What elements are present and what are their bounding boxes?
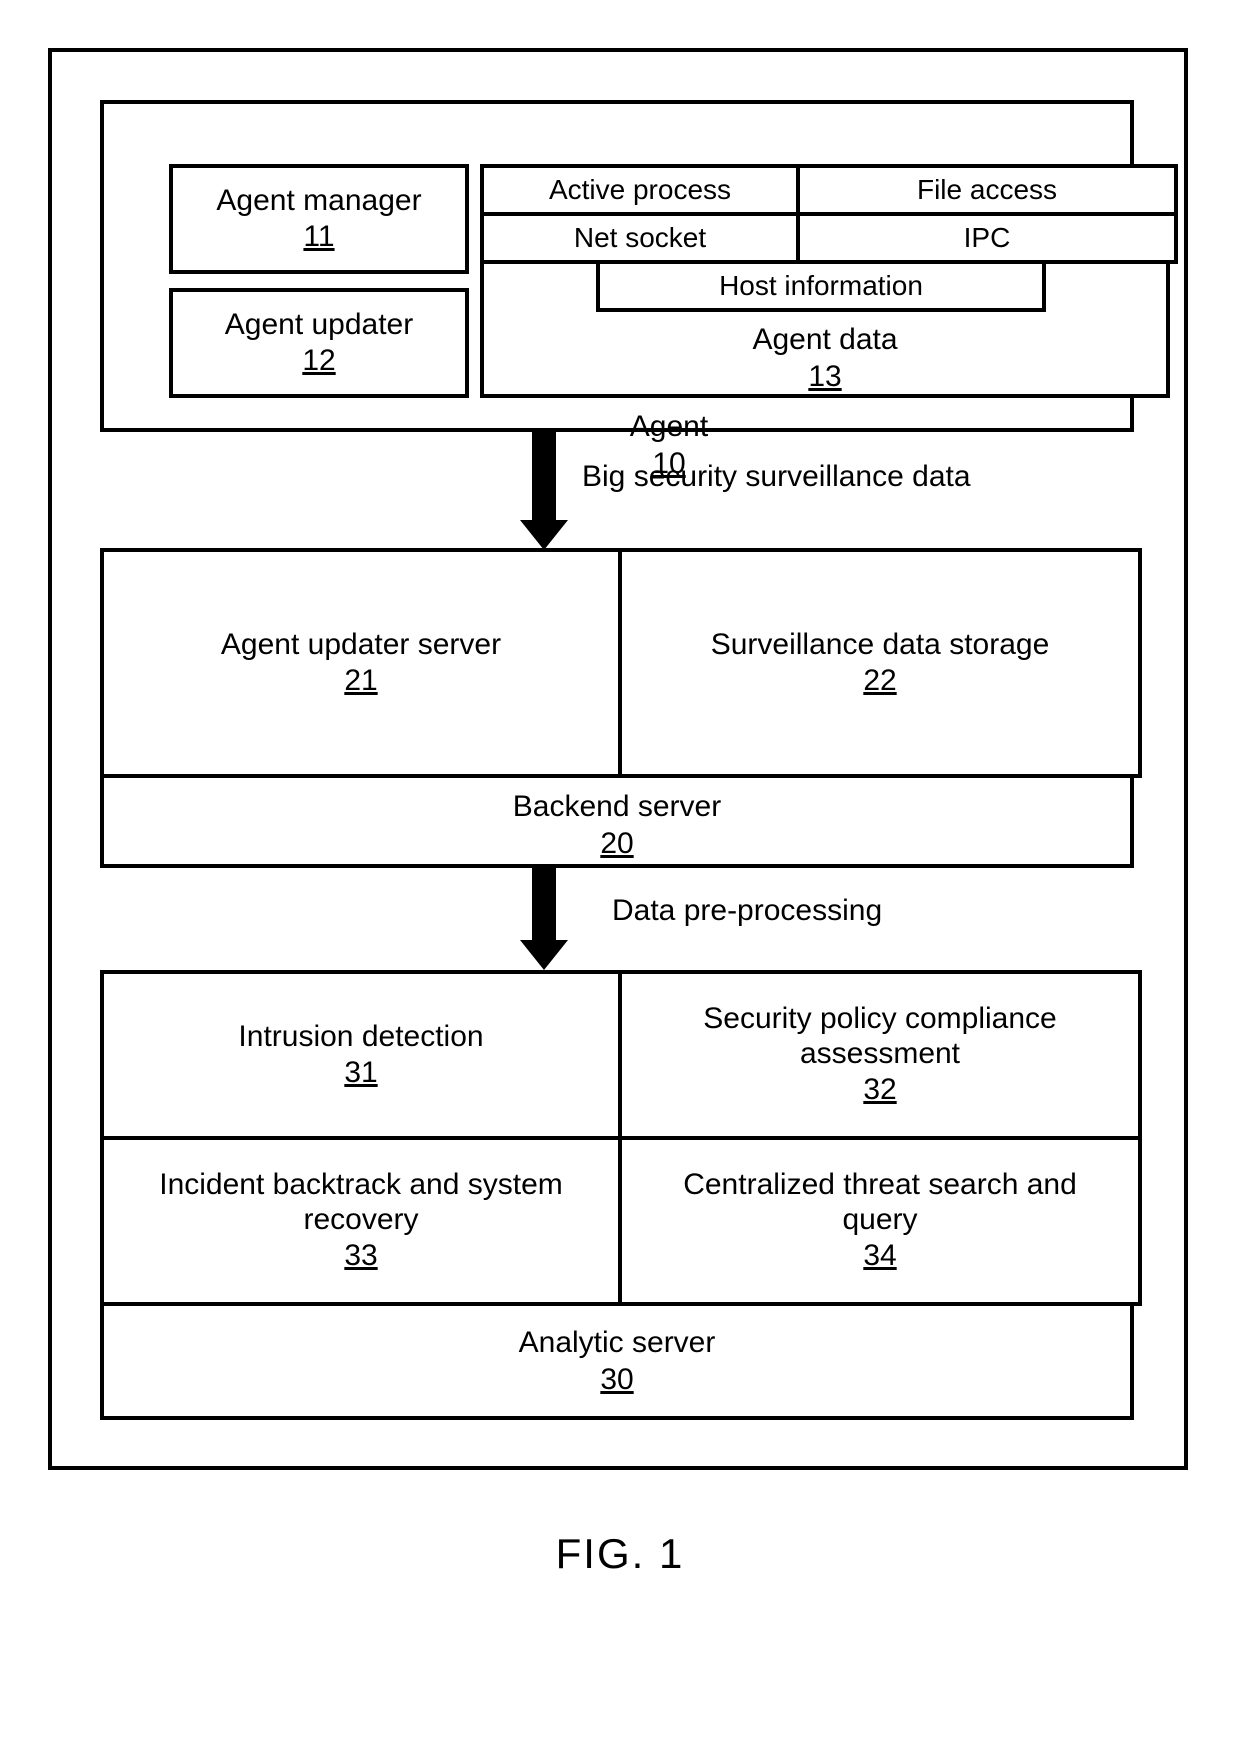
policy-compliance-ref: 32 bbox=[863, 1073, 896, 1108]
threat-search-label: Centralized threat search and query bbox=[648, 1168, 1112, 1237]
agent-updater-server-box: Agent updater server 21 bbox=[100, 548, 622, 778]
figure-caption: FIG. 1 bbox=[0, 1530, 1240, 1578]
surveillance-data-storage-ref: 22 bbox=[863, 664, 896, 699]
backend-server-ref: 20 bbox=[104, 827, 1130, 862]
analytic-server-label: Analytic server bbox=[519, 1326, 716, 1359]
arrow-backend-to-analytic bbox=[532, 868, 556, 942]
agent-data-ref: 13 bbox=[484, 360, 1166, 395]
agent-updater-box: Agent updater 12 bbox=[169, 288, 469, 398]
analytic-server-container: Intrusion detection 31 Security policy c… bbox=[100, 970, 1134, 1420]
surveillance-data-storage-label: Surveillance data storage bbox=[711, 628, 1050, 663]
intrusion-detection-ref: 31 bbox=[344, 1056, 377, 1091]
threat-search-ref: 34 bbox=[863, 1239, 896, 1274]
incident-backtrack-ref: 33 bbox=[344, 1239, 377, 1274]
analytic-server-ref: 30 bbox=[104, 1363, 1130, 1398]
arrow1-label: Big security surveillance data bbox=[582, 460, 971, 494]
intrusion-detection-box: Intrusion detection 31 bbox=[100, 970, 622, 1140]
agent-updater-ref: 12 bbox=[302, 344, 335, 379]
agent-label: Agent bbox=[630, 410, 708, 443]
intrusion-detection-label: Intrusion detection bbox=[238, 1020, 483, 1055]
agent-data-label: Agent data bbox=[752, 323, 897, 356]
agent-container: Agent manager 11 Agent updater 12 Active… bbox=[100, 100, 1134, 432]
tag-ipc: IPC bbox=[796, 212, 1178, 264]
threat-search-box: Centralized threat search and query 34 bbox=[618, 1136, 1142, 1306]
agent-manager-ref: 11 bbox=[303, 220, 334, 255]
tag-file-access: File access bbox=[796, 164, 1178, 216]
arrow-agent-to-backend-head bbox=[520, 520, 568, 550]
diagram-page: Agent manager 11 Agent updater 12 Active… bbox=[0, 0, 1240, 1739]
arrow-agent-to-backend bbox=[532, 432, 556, 522]
policy-compliance-label: Security policy compliance assessment bbox=[648, 1002, 1112, 1071]
policy-compliance-box: Security policy compliance assessment 32 bbox=[618, 970, 1142, 1140]
agent-data-box: Active process File access Net socket IP… bbox=[480, 164, 1170, 398]
arrow-backend-to-analytic-head bbox=[520, 940, 568, 970]
agent-updater-label: Agent updater bbox=[225, 308, 413, 343]
tag-active-process: Active process bbox=[480, 164, 800, 216]
outer-frame: Agent manager 11 Agent updater 12 Active… bbox=[48, 48, 1188, 1470]
backend-server-label: Backend server bbox=[513, 790, 721, 823]
surveillance-data-storage-box: Surveillance data storage 22 bbox=[618, 548, 1142, 778]
incident-backtrack-box: Incident backtrack and system recovery 3… bbox=[100, 1136, 622, 1306]
arrow2-label: Data pre-processing bbox=[612, 894, 882, 928]
tag-net-socket: Net socket bbox=[480, 212, 800, 264]
agent-updater-server-label: Agent updater server bbox=[221, 628, 501, 663]
agent-updater-server-ref: 21 bbox=[344, 664, 377, 699]
incident-backtrack-label: Incident backtrack and system recovery bbox=[130, 1168, 593, 1237]
agent-manager-label: Agent manager bbox=[216, 184, 421, 219]
tag-host-info: Host information bbox=[596, 260, 1046, 312]
agent-manager-box: Agent manager 11 bbox=[169, 164, 469, 274]
backend-server-container: Agent updater server 21 Surveillance dat… bbox=[100, 548, 1134, 868]
